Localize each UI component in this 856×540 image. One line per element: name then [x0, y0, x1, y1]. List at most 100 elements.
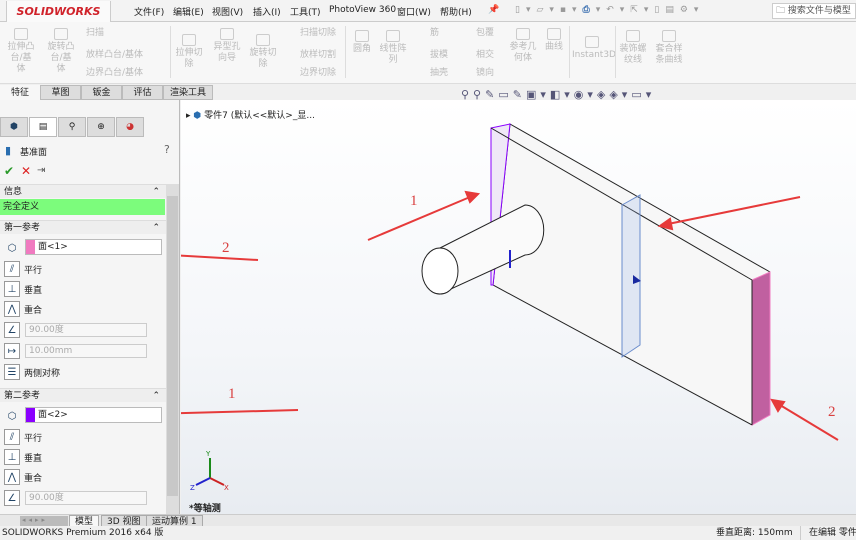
face-filter-icon: ⬡	[7, 410, 17, 422]
info-section-header[interactable]: 信息 ⌃	[0, 184, 166, 198]
panel-title: 基准面	[20, 148, 48, 158]
first-angle-input[interactable]: 90.00度	[25, 323, 147, 337]
search-input[interactable]: 🗀 搜索文件与模型	[772, 3, 856, 19]
curves-button[interactable]: 曲线	[542, 28, 566, 53]
angle-icon[interactable]: ∠	[4, 322, 20, 338]
graphics-viewport[interactable]: ⚲⚲✎▭✎▣▾◧▾◉▾◈◈▾▭▾ ▸ ⬢ 零件7 (默认<<默认>_显... 1…	[181, 88, 856, 514]
mirror-button[interactable]: 镜向	[476, 68, 494, 79]
second-perpendicular-option[interactable]: ⊥ 垂直	[4, 449, 42, 465]
preview-plane	[621, 194, 641, 358]
tab-scroll-buttons[interactable]: ◂◂▸▸	[20, 516, 68, 526]
property-manager-panel: ⬢ ▤ ⚲ ⊕ ◕ ▮ 基准面 ? ✔ ✕ ⇥ 信息 ⌃ 完全定义 第一参考 ⌃ ⬡…	[0, 100, 180, 514]
edit-mode-status: 在编辑 零件	[800, 526, 856, 540]
cancel-x-icon[interactable]: ✕	[21, 164, 31, 178]
linear-pattern-button[interactable]: 线性阵列	[378, 30, 408, 66]
second-coincident-option[interactable]: ⋀ 重合	[4, 469, 42, 485]
menu-file[interactable]: 文件(F)	[134, 5, 164, 18]
first-distance-input[interactable]: 10.00mm	[25, 344, 147, 358]
feature-ribbon: 拉伸凸台/基体 旋转凸台/基体 扫描 放样凸台/基体 边界凸台/基体 拉伸切除 …	[0, 22, 856, 84]
quick-access-toolbar[interactable]: ▯▾▱▾▪▾⎙▾↶▾⇱▾▯▤⚙▾	[515, 5, 704, 15]
model-canvas[interactable]: 1 2 2 1 Y X Z	[181, 100, 856, 514]
menu-view[interactable]: 视图(V)	[212, 5, 243, 18]
tab-sketch[interactable]: 草图	[40, 85, 81, 100]
perpendicular-icon: ⊥	[4, 449, 20, 465]
reference-geometry-button[interactable]: 参考几何体	[508, 28, 538, 64]
first-reference-field[interactable]: 面<1>	[25, 239, 162, 255]
dimxpert-tab-icon[interactable]: ⊕	[87, 117, 115, 137]
parallel-icon: ⫽	[4, 429, 20, 445]
tab-features[interactable]: 特征	[0, 85, 40, 100]
second-reference-field[interactable]: 面<2>	[25, 407, 162, 423]
plane-icon: ▮	[5, 144, 12, 157]
collapse-caret-icon[interactable]: ⌃	[152, 221, 160, 235]
annotation-label: 2	[222, 240, 230, 256]
swept-cut-button[interactable]: 扫描切除	[300, 28, 336, 39]
menu-edit[interactable]: 编辑(E)	[173, 5, 204, 18]
rib-button[interactable]: 筋	[430, 28, 439, 39]
lofted-cut-button[interactable]: 放样切割	[300, 50, 336, 61]
shell-button[interactable]: 抽壳	[430, 68, 448, 79]
pin-icon[interactable]: 📌	[488, 5, 499, 15]
menu-window[interactable]: 窗口(W)	[397, 5, 431, 18]
first-coincident-option[interactable]: ⋀ 重合	[4, 301, 42, 317]
loft-button[interactable]: 放样凸台/基体	[86, 50, 143, 61]
fit-spline-button[interactable]: 套合样条曲线	[654, 30, 684, 66]
distance-readout: 垂直距离: 150mm	[716, 528, 793, 538]
wrap-button[interactable]: 包覆	[476, 28, 494, 39]
perpendicular-icon: ⊥	[4, 281, 20, 297]
angle-icon[interactable]: ∠	[4, 490, 20, 506]
intersect-button[interactable]: 相交	[476, 50, 494, 61]
second-angle-input[interactable]: 90.00度	[25, 491, 147, 505]
boundary-cut-button[interactable]: 边界切除	[300, 68, 336, 79]
fillet-button[interactable]: 圆角	[350, 30, 374, 55]
pushpin-icon[interactable]: ⇥	[37, 165, 45, 176]
collapse-caret-icon[interactable]: ⌃	[152, 185, 160, 199]
help-button[interactable]: ?	[164, 143, 170, 156]
instant3d-button[interactable]: Instant3D	[572, 36, 616, 61]
offset-distance-icon[interactable]: ↦	[4, 343, 20, 359]
property-manager-tab-icon[interactable]: ▤	[29, 117, 57, 137]
second-reference-header[interactable]: 第二参考 ⌃	[0, 388, 166, 402]
first-perpendicular-option[interactable]: ⊥ 垂直	[4, 281, 42, 297]
triad-y-label: Y	[205, 450, 211, 458]
extrude-boss-button[interactable]: 拉伸凸台/基体	[6, 28, 36, 75]
panel-scrollbar[interactable]	[166, 184, 179, 514]
hole-wizard-button[interactable]: 异型孔向导	[212, 28, 242, 64]
sweep-button[interactable]: 扫描	[86, 28, 104, 39]
cosmetic-thread-button[interactable]: 装饰螺纹线	[618, 30, 648, 66]
coincident-icon: ⋀	[4, 469, 20, 485]
menu-help[interactable]: 帮助(H)	[440, 5, 472, 18]
bottom-tabs: ◂◂▸▸ 模型 3D 视图 运动算例 1	[0, 514, 856, 527]
mid-plane-icon: ☰	[4, 364, 20, 380]
second-parallel-option[interactable]: ⫽ 平行	[4, 429, 42, 445]
face-1-highlight	[751, 271, 771, 426]
selection-color-swatch	[26, 408, 35, 422]
menu-tools[interactable]: 工具(T)	[290, 5, 321, 18]
tab-evaluate[interactable]: 评估	[122, 85, 163, 100]
status-bar: SOLIDWORKS Premium 2016 x64 版 垂直距离: 150m…	[0, 526, 856, 540]
menu-photoview[interactable]: PhotoView 360	[329, 5, 396, 15]
menu-insert[interactable]: 插入(I)	[253, 5, 281, 18]
status-badge: 完全定义	[0, 199, 165, 215]
menu-bar: SOLIDWORKS 文件(F) 编辑(E) 视图(V) 插入(I) 工具(T)…	[0, 0, 856, 23]
feature-manager-tab-icon[interactable]: ⬢	[0, 117, 28, 137]
mid-plane-option[interactable]: ☰ 两侧对称	[4, 364, 60, 380]
first-parallel-option[interactable]: ⫽ 平行	[4, 261, 42, 277]
collapse-caret-icon[interactable]: ⌃	[152, 389, 160, 403]
coordinate-triad-icon: Y X Z	[190, 450, 229, 492]
first-reference-header[interactable]: 第一参考 ⌃	[0, 220, 166, 234]
ok-check-icon[interactable]: ✔	[4, 164, 14, 178]
display-manager-tab-icon[interactable]: ◕	[116, 117, 144, 137]
draft-button[interactable]: 拔模	[430, 50, 448, 61]
configuration-manager-tab-icon[interactable]: ⚲	[58, 117, 86, 137]
tab-render-tools[interactable]: 渲染工具	[163, 85, 213, 100]
revolve-cut-button[interactable]: 旋转切除	[248, 34, 278, 70]
solidworks-logo[interactable]: SOLIDWORKS	[6, 1, 111, 23]
revolve-boss-button[interactable]: 旋转凸台/基体	[46, 28, 76, 75]
annotation-label: 2	[828, 404, 836, 420]
tab-sheet-metal[interactable]: 钣金	[81, 85, 122, 100]
extrude-cut-button[interactable]: 拉伸切除	[174, 34, 204, 70]
triad-z-label: Z	[190, 484, 195, 492]
face-filter-icon: ⬡	[7, 242, 17, 254]
boundary-boss-button[interactable]: 边界凸台/基体	[86, 68, 143, 79]
